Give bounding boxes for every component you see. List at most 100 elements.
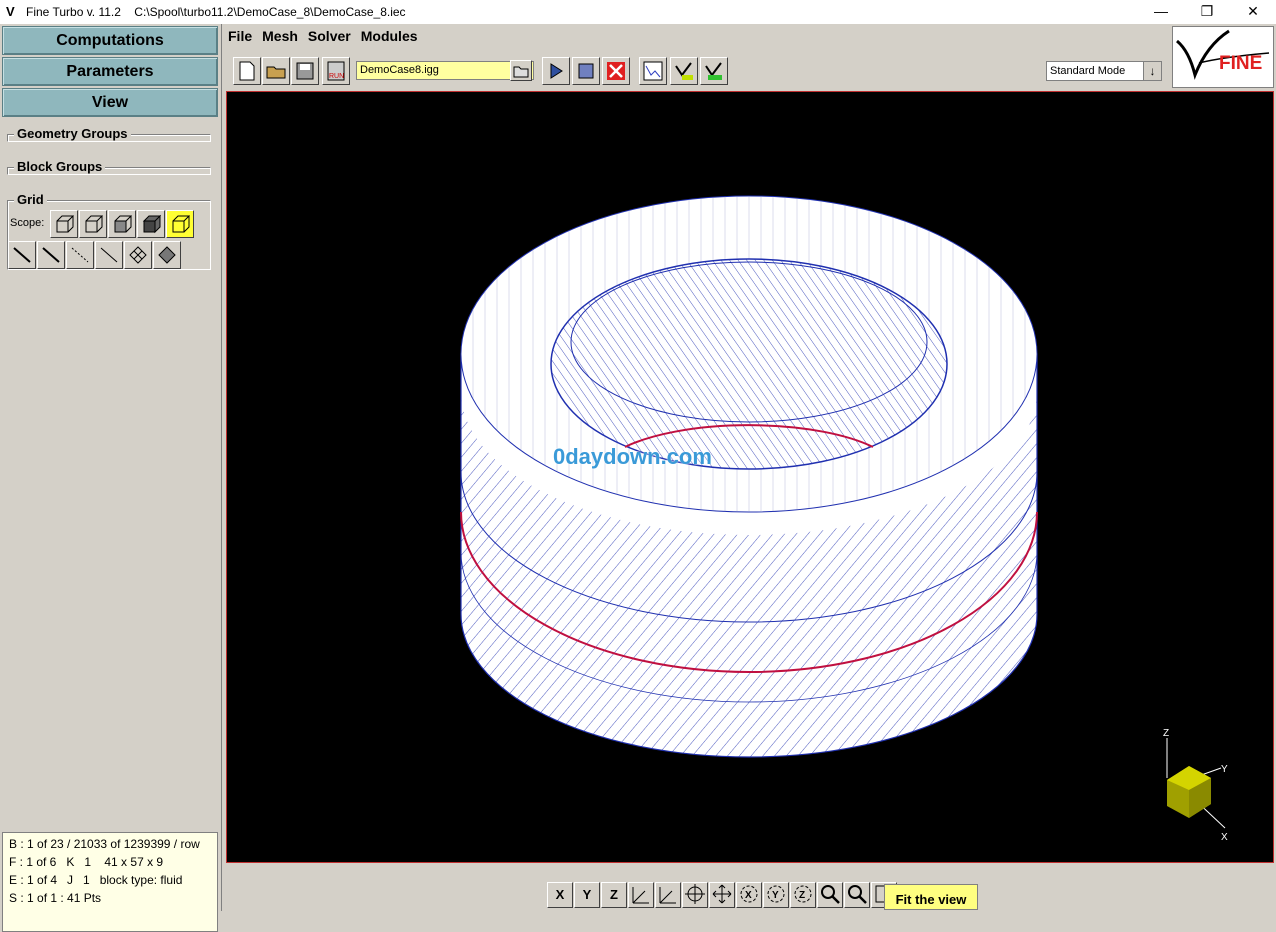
stop-icon [578,63,594,79]
svg-text:Z: Z [799,890,805,901]
surface-icon [158,246,176,264]
mode-select[interactable]: Standard Mode ↓ [1046,61,1162,81]
svg-text:Y: Y [772,890,779,901]
cube-icon [56,215,74,233]
computations-button[interactable]: Computations [2,26,218,55]
grid-line-tool-3[interactable] [66,241,94,269]
grid-label: Grid [14,192,47,207]
status-info-box: B : 1 of 23 / 21033 of 1239399 / row F : … [2,832,218,932]
cfv-check-icon [705,62,722,80]
menu-modules[interactable]: Modules [361,28,418,50]
geometry-groups-box[interactable]: Geometry Groups [7,126,211,142]
folder-icon [513,66,529,77]
menu-file[interactable]: File [228,28,252,50]
monitor-button[interactable] [639,57,667,85]
view-z-button[interactable]: Z [601,882,627,908]
close-button[interactable]: ✕ [1230,0,1276,24]
browse-file-button[interactable] [510,60,532,81]
window-title: Fine Turbo v. 11.2 C:\Spool\turbo11.2\De… [26,5,406,19]
run-button[interactable]: RUN [322,57,350,85]
start-solver-button[interactable] [542,57,570,85]
play-icon [550,63,563,79]
igg-button[interactable] [670,57,698,85]
parameters-button[interactable]: Parameters [2,57,218,86]
new-project-button[interactable] [233,57,261,85]
cfview-button[interactable] [700,57,728,85]
rotate-icon [685,884,705,904]
line-icon [13,247,31,263]
stop-solver-button[interactable] [572,57,600,85]
status-line-4: S : 1 of 1 : 41 Pts [9,891,102,905]
scope-surface-button[interactable] [50,210,78,238]
rotate-y-button[interactable]: Y [763,882,789,908]
grid-line-tool-2[interactable] [37,241,65,269]
pan-view-button[interactable] [709,882,735,908]
menu-mesh[interactable]: Mesh [262,28,298,50]
zoom-area-button[interactable] [817,882,843,908]
block-groups-box[interactable]: Block Groups [7,159,211,175]
scope-full-button[interactable] [166,210,194,238]
turbine-mesh-graphic [460,195,1038,758]
view-button[interactable]: View [2,88,218,117]
rotate-x-button[interactable]: X [736,882,762,908]
axis-y-label: Y [1221,764,1228,775]
app-logo-icon: V [6,4,15,19]
status-line-2: F : 1 of 6 K 1 41 x 57 x 9 [9,855,164,869]
maximize-button[interactable]: ❐ [1184,0,1230,24]
chevron-down-icon[interactable]: ↓ [1143,62,1161,80]
axis-orientation-cube[interactable] [1157,728,1247,848]
view-x-button[interactable]: X [547,882,573,908]
cube-full-icon [172,215,190,233]
status-line-3: E : 1 of 4 J 1 block type: fluid [9,873,183,887]
grid-mesh-tool[interactable] [124,241,152,269]
status-line-1: B : 1 of 23 / 21033 of 1239399 / row [9,837,200,851]
project-file-field[interactable]: DemoCase8.igg [356,61,534,80]
cancel-icon [607,62,625,80]
axis-view-button-1[interactable] [628,882,654,908]
minimize-button[interactable]: — [1138,0,1184,24]
fit-view-tooltip: Fit the view [884,884,978,910]
axis-z-label: Z [1163,728,1170,739]
grid-surface-tool[interactable] [153,241,181,269]
grid-line-tool-1[interactable] [8,241,36,269]
kill-solver-button[interactable] [602,57,630,85]
scope-label: Scope: [10,217,45,229]
zoom-icon [848,885,867,904]
window-controls: — ❐ ✕ [1138,0,1276,24]
view-y-button[interactable]: Y [574,882,600,908]
mesh-icon [129,246,147,264]
3d-viewport[interactable]: 0daydown.com Z Y X [226,91,1274,863]
rotate-view-button[interactable] [682,882,708,908]
menu-solver[interactable]: Solver [308,28,351,50]
block-groups-label[interactable]: Block Groups [14,159,106,174]
run-icon: RUN [327,61,345,81]
scope-face-button[interactable] [108,210,136,238]
grid-line-tool-4[interactable] [95,241,123,269]
move-icon [712,884,732,904]
thin-line-icon [100,247,118,263]
axis-icon [632,887,649,904]
igg-check-icon [675,62,693,80]
mode-select-value: Standard Mode [1050,65,1126,77]
open-folder-icon [266,66,286,79]
menu-bar: File Mesh Solver Modules [228,28,428,50]
geometry-groups-label[interactable]: Geometry Groups [14,126,131,141]
save-button[interactable] [291,57,319,85]
scope-block-button[interactable] [137,210,165,238]
arrow-line-icon [42,247,60,263]
rotate-z-icon: Z [794,885,812,903]
cube-block-icon [142,214,161,234]
zoom-button[interactable] [844,882,870,908]
axis-view-button-2[interactable] [655,882,681,908]
rotate-x-icon: X [740,885,758,903]
svg-text:X: X [745,890,752,901]
zoom-icon [821,885,840,904]
scope-edge-button[interactable] [79,210,107,238]
cube-icon [85,215,103,233]
fine-logo-text: FINE [1219,53,1263,74]
dotted-line-icon [71,247,89,263]
rotate-z-button[interactable]: Z [790,882,816,908]
title-bar: V Fine Turbo v. 11.2 C:\Spool\turbo11.2\… [0,0,1276,24]
open-project-button[interactable] [262,57,290,85]
svg-text:RUN: RUN [329,73,344,80]
